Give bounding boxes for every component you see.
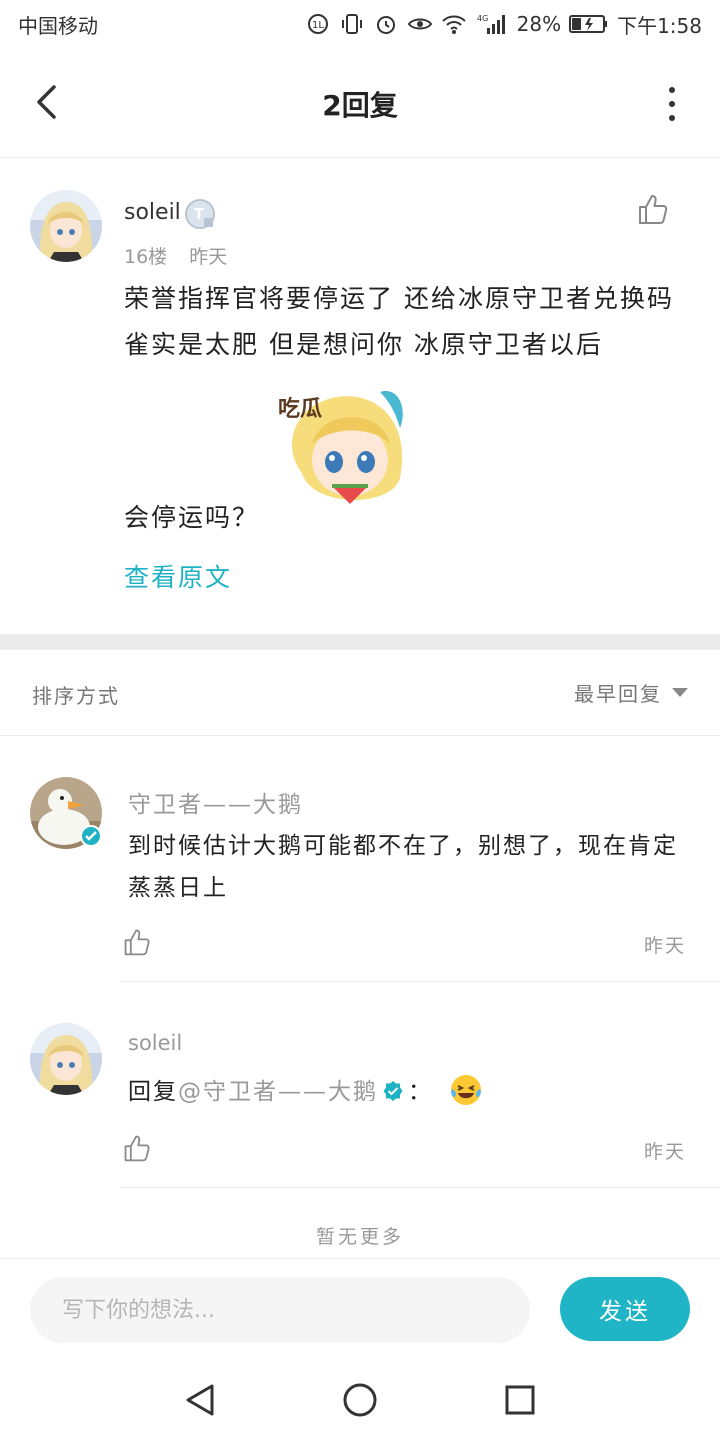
reply-like-button[interactable] [122, 1133, 152, 1163]
reply-author[interactable]: 守卫者——大鹅 [128, 785, 303, 819]
mention-link[interactable]: @守卫者——大鹅 [178, 1079, 378, 1105]
main-post: soleil T 16楼 昨天 荣誉指挥官将要停运了 还给冰原守卫者兑换码 雀实… [0, 160, 720, 634]
more-dot [669, 87, 675, 93]
reply-item: soleil 回复@守卫者——大鹅 ： 昨天 [0, 983, 720, 1188]
comment-composer: 发送 [0, 1258, 720, 1358]
sort-label: 排序方式 [32, 684, 120, 708]
thumbs-up-icon [124, 1135, 150, 1162]
data-saver-icon: 1L [305, 11, 331, 37]
reply-divider [120, 981, 720, 982]
post-author[interactable]: soleil [124, 200, 181, 225]
reply-divider [120, 1187, 720, 1188]
square-recents-icon [505, 1385, 535, 1415]
reply-time: 昨天 [643, 1141, 686, 1163]
level-badge-icon: T [184, 198, 216, 230]
reply-time: 昨天 [643, 935, 686, 957]
avatar[interactable] [30, 190, 102, 262]
nav-home-button[interactable] [340, 1380, 380, 1420]
alarm-icon [373, 11, 399, 37]
no-more-label: 暂无更多 [315, 1226, 404, 1248]
sort-dropdown[interactable]: 最早回复 [574, 678, 688, 707]
status-icons: 1L 4G 28% 下午1:58 [305, 10, 702, 39]
view-original-link[interactable]: 查看原文 [124, 558, 232, 594]
nav-back-button[interactable] [180, 1380, 220, 1420]
status-bar: 中国移动 1L 4G 28% 下午1:58 [0, 0, 720, 48]
carrier-name: 中国移动 [18, 13, 98, 38]
reply-author[interactable]: soleil [128, 1031, 182, 1055]
more-dot [669, 115, 675, 121]
triangle-back-icon [186, 1384, 214, 1416]
comment-input[interactable] [30, 1277, 530, 1343]
reply-content: 回复@守卫者——大鹅 ： [128, 1071, 698, 1113]
post-body-tail: 会停运吗？ [124, 503, 260, 532]
thumbs-up-icon [124, 929, 150, 956]
more-dot [669, 101, 675, 107]
battery-percent: 28% [516, 12, 562, 36]
svg-text:4G: 4G [477, 14, 488, 23]
floor-number: 16楼 [124, 246, 168, 268]
reply-colon: ： [408, 1079, 433, 1105]
anime-girl-avatar-icon [30, 1023, 102, 1095]
clock: 下午1:58 [617, 13, 702, 38]
verified-badge-icon [382, 1074, 404, 1101]
sticker-caption: 吃瓜 [278, 396, 322, 422]
reply-content: 到时候估计大鹅可能都不在了，别想了，现在肯定蒸蒸日上 [128, 833, 678, 901]
battery-icon [569, 11, 609, 37]
svg-text:T: T [194, 205, 205, 223]
eye-icon [407, 11, 433, 37]
send-button[interactable]: 发送 [560, 1277, 690, 1341]
post-body: 荣誉指挥官将要停运了 还给冰原守卫者兑换码 雀实是太肥 但是想问你 冰原守卫者以… [124, 284, 674, 359]
laughing-tears-emoji-icon [449, 1073, 483, 1107]
post-time: 昨天 [189, 246, 228, 268]
avatar[interactable] [30, 1023, 102, 1095]
wifi-icon [441, 11, 467, 37]
svg-text:吃瓜: 吃瓜 [278, 396, 322, 422]
sort-bar: 排序方式 最早回复 [0, 650, 720, 736]
reply-prefix: 回复 [128, 1079, 178, 1105]
system-nav-bar [0, 1358, 720, 1440]
caret-down-icon [672, 688, 688, 697]
page-title: 2回复 [322, 89, 398, 122]
post-meta: 16楼 昨天 [124, 242, 227, 269]
circle-home-icon [343, 1383, 377, 1417]
signal-icon: 4G [475, 11, 509, 37]
anime-girl-avatar-icon [30, 190, 102, 262]
nav-recents-button[interactable] [500, 1380, 540, 1420]
watermelon-girl-sticker-icon: 吃瓜 [272, 378, 422, 528]
reply-like-button[interactable] [122, 927, 152, 957]
vibrate-icon [339, 11, 365, 37]
verified-badge-icon [80, 825, 102, 847]
section-divider [0, 634, 720, 650]
reply-item: 守卫者——大鹅 到时候估计大鹅可能都不在了，别想了，现在肯定蒸蒸日上 昨天 [0, 737, 720, 982]
title-bar: 2回复 [0, 48, 720, 158]
post-like-button[interactable] [636, 192, 670, 226]
more-options-button[interactable] [660, 84, 684, 124]
sort-selected-value: 最早回复 [574, 682, 662, 706]
svg-text:1L: 1L [312, 20, 324, 31]
thumbs-up-icon [639, 195, 668, 224]
